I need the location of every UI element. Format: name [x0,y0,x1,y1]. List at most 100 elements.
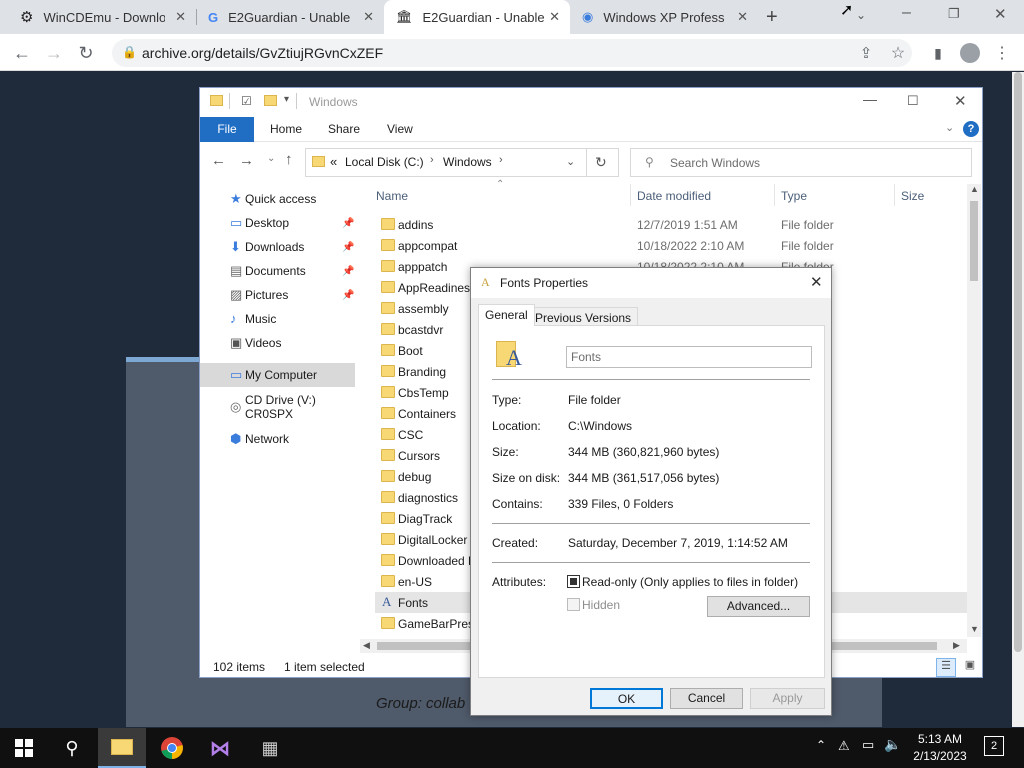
sidebar-item-desktop[interactable]: ▭ Desktop 📌 [200,211,355,235]
minimize-icon[interactable]: — [863,91,877,107]
expand-ribbon-icon[interactable]: ⌄ [945,121,954,134]
column-header-type[interactable]: Type [781,189,807,203]
clock[interactable]: 5:13 AM 2/13/2023 [908,731,972,765]
address-path-box[interactable]: « Local Disk (C:) › Windows › ⌄ ↻ [305,148,619,177]
search-box[interactable]: ⚲ Search Windows [630,148,972,177]
page-scrollbar[interactable] [1012,72,1024,727]
refresh-icon[interactable]: ↻ [595,154,607,171]
column-header-date[interactable]: Date modified [637,189,711,203]
forward-arrow-icon[interactable]: → [239,152,254,169]
customize-quick-access-icon[interactable]: ▾ [284,94,289,105]
properties-quick-icon[interactable]: ☑ [241,94,252,108]
details-view-icon[interactable]: ☰ [936,658,956,677]
hidden-checkbox[interactable] [567,598,580,611]
close-icon[interactable]: ✕ [810,273,823,291]
scroll-up-icon[interactable]: ▲ [970,184,979,194]
chevron-down-icon[interactable]: ⌄ [566,155,575,168]
browser-tab-e2guardian-2[interactable]: 🏛 E2Guardian - Unable to ✕ [384,0,570,34]
ribbon-tab-file[interactable]: File [200,117,254,142]
display-icon[interactable]: ▭ [862,737,874,753]
restore-icon[interactable]: ❐ [948,6,960,22]
readonly-checkbox[interactable] [567,575,580,588]
close-window-icon[interactable]: ✕ [994,5,1007,23]
network-warning-icon[interactable]: ⚠ [838,738,850,754]
back-arrow-icon[interactable]: ← [10,41,34,65]
taskbar-chrome[interactable] [148,728,196,768]
sidebar-item-quick-access[interactable]: ★ Quick access [200,187,355,211]
scroll-down-icon[interactable]: ▼ [970,624,979,634]
url-text[interactable]: archive.org/details/GvZtiujRGvnCxZEF [142,45,383,61]
column-header-size[interactable]: Size [901,189,924,203]
help-icon[interactable]: ? [963,121,979,137]
close-tab-icon[interactable]: ✕ [363,9,374,25]
address-bar[interactable]: 🔒 archive.org/details/GvZtiujRGvnCxZEF [112,39,912,67]
up-arrow-icon[interactable]: ↑ [285,151,293,168]
sidebar-item-videos[interactable]: ▣ Videos [200,331,355,355]
apply-button[interactable]: Apply [750,688,825,709]
show-hidden-icons-icon[interactable]: ⌃ [816,738,826,752]
close-tab-icon[interactable]: ✕ [737,9,748,25]
new-folder-quick-icon[interactable] [264,95,277,106]
visual-studio-icon[interactable]: ⋈ [196,728,244,768]
profile-avatar-icon[interactable] [958,41,982,65]
sidebar-item-my-computer[interactable]: ▭ My Computer [200,363,355,387]
notification-center-icon[interactable]: 2 [984,736,1004,756]
ok-button[interactable]: OK [590,688,663,709]
bookmark-star-icon[interactable]: ☆ [886,41,910,65]
start-button[interactable] [0,728,48,768]
created-value: Saturday, December 7, 2019, 1:14:52 AM [568,536,788,550]
advanced-button[interactable]: Advanced... [707,596,810,617]
tab-general[interactable]: General [478,304,535,326]
close-tab-icon[interactable]: ✕ [175,9,186,25]
forward-arrow-icon[interactable]: → [42,41,66,65]
browser-tab-windows-xp[interactable]: ◉ Windows XP Professio ✕ [570,0,758,34]
search-input[interactable]: Search Windows [670,156,760,170]
file-row[interactable]: appcompat 10/18/2022 2:10 AM File folder [375,235,967,256]
scrollbar-thumb[interactable] [970,201,978,281]
chevron-right-icon[interactable]: › [430,154,434,166]
search-icon[interactable]: ⚲ [48,728,96,768]
ribbon-tab-share[interactable]: Share [328,117,360,142]
sidebar-item-pictures[interactable]: ▨ Pictures 📌 [200,283,355,307]
installer-icon[interactable]: ▦ [246,728,294,768]
column-divider[interactable] [630,184,631,206]
sidebar-item-cd-drive-v-cr0spx[interactable]: ◎ CD Drive (V:) CR0SPX [200,393,355,421]
column-divider[interactable] [894,184,895,206]
menu-dots-icon[interactable]: ⋮ [990,41,1014,65]
cancel-button[interactable]: Cancel [670,688,743,709]
close-tab-icon[interactable]: ✕ [549,9,560,25]
reload-icon[interactable]: ↻ [74,41,98,65]
file-row[interactable]: addins 12/7/2019 1:51 AM File folder [375,214,967,235]
ribbon-tab-view[interactable]: View [387,117,413,142]
back-arrow-icon[interactable]: ← [211,152,226,169]
breadcrumb-windows[interactable]: Windows [443,155,492,169]
volume-icon[interactable]: 🔈 [884,736,901,753]
large-icons-view-icon[interactable]: ▣ [960,658,980,677]
file-list-vertical-scrollbar[interactable]: ▲ ▼ [967,184,981,637]
scroll-left-icon[interactable]: ◀ [363,640,370,651]
tab-search-icon[interactable]: ⌄ [856,8,866,22]
sidebar-item-documents[interactable]: ▤ Documents 📌 [200,259,355,283]
column-divider[interactable] [774,184,775,206]
sidebar-item-music[interactable]: ♪ Music [200,307,355,331]
sidebar-item-network[interactable]: ⬢ Network [200,427,355,451]
new-tab-icon[interactable]: + [766,6,778,29]
sidebar-item-downloads[interactable]: ⬇ Downloads 📌 [200,235,355,259]
close-icon[interactable]: ✕ [954,92,967,110]
chevron-right-icon[interactable]: › [499,154,503,166]
side-panel-icon[interactable]: ▮ [926,41,950,65]
share-icon[interactable]: ⇪ [854,41,878,65]
path-overflow[interactable]: « [330,154,337,169]
column-header-name[interactable]: Name [376,189,408,203]
taskbar-file-explorer[interactable] [98,728,146,768]
browser-tab-wincdemu[interactable]: ⚙ WinCDEmu - Download ✕ [8,0,196,34]
minimize-icon[interactable]: – [902,4,911,22]
recent-locations-icon[interactable]: ⌄ [267,153,275,164]
scrollbar-thumb[interactable] [1014,72,1022,652]
folder-name-field[interactable]: Fonts [566,346,812,368]
maximize-icon[interactable]: ☐ [907,93,919,109]
ribbon-tab-home[interactable]: Home [270,117,302,142]
browser-tab-e2guardian-1[interactable]: G E2Guardian - Unable to ✕ [196,0,384,34]
breadcrumb-local-disk[interactable]: Local Disk (C:) [345,155,424,169]
scroll-right-icon[interactable]: ▶ [953,640,960,651]
